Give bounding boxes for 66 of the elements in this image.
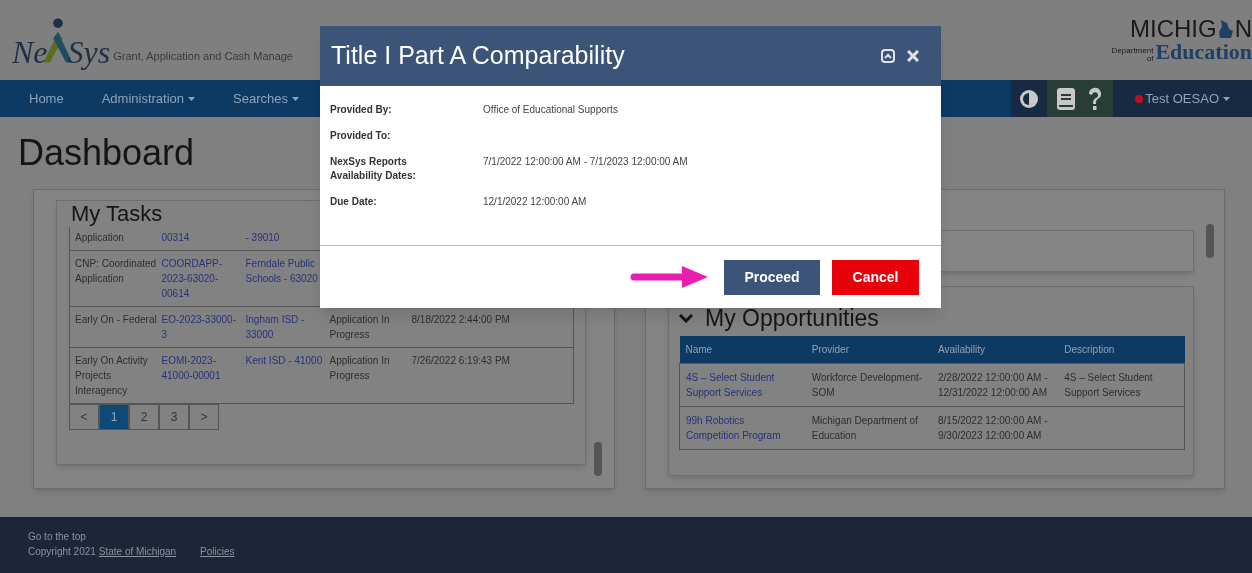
page-button[interactable]: 3 (159, 404, 189, 430)
field-label: Provided By: (330, 103, 393, 117)
table-cell[interactable]: 00314 (159, 224, 244, 251)
nav-link[interactable]: Administration (101, 88, 196, 109)
page-button[interactable]: < (69, 404, 99, 430)
logo-text: Sys (67, 36, 111, 68)
page-button[interactable]: 1 (99, 404, 129, 430)
top-link[interactable]: Go to the top (28, 529, 1224, 544)
page-button[interactable]: 2 (129, 404, 159, 430)
table-cell[interactable]: 4S – Select Student Support Services (679, 363, 806, 407)
table-cell[interactable]: EO-2023-33000-3 (159, 306, 244, 348)
footer-link[interactable]: Policies (200, 544, 235, 559)
nav-link[interactable]: Searches (233, 88, 299, 109)
caret-icon (1223, 96, 1230, 101)
table-cell: 7/26/2022 6:19:43 PM (409, 347, 574, 404)
card-title: My Opportunities (705, 306, 879, 330)
table-cell: Early On Activity Projects Interagency (69, 347, 160, 404)
table-cell: 8/15/2022 12:00:00 AM - 9/30/2023 12:00:00 AM (932, 406, 1059, 450)
page-title: Dashboard (18, 131, 195, 175)
table-cell[interactable]: EOMI-2023-41000-00001 (159, 347, 244, 404)
table-cell: 4S – Select Student Support Services (1058, 363, 1185, 407)
column-header: Name (679, 336, 806, 364)
scrollbar[interactable] (594, 442, 602, 476)
nav-link[interactable]: Home (29, 88, 64, 109)
logo-text: Ne (12, 36, 48, 68)
table-cell: 2/28/2022 12:00:00 AM - 12/31/2022 12:00:00 AM (932, 363, 1059, 407)
table-cell: Application In Progress (327, 306, 410, 348)
column-header: Provider (805, 336, 932, 364)
close-icon[interactable] (907, 50, 919, 62)
cancel-button[interactable]: Cancel (832, 259, 919, 295)
logo-small-text: Department (1111, 47, 1154, 55)
modal-title: Title I Part A Comparability (331, 40, 625, 72)
table-cell: Workforce Development-SOM (805, 363, 932, 407)
table-cell: Early On - Federal (69, 306, 160, 348)
field-value: 7/1/2022 12:00:00 AM - 7/1/2023 12:00:00 AM (483, 155, 688, 169)
restore-icon[interactable] (881, 49, 895, 63)
table-cell[interactable]: Kent ISD - 41000 (243, 347, 328, 404)
page-button[interactable]: > (189, 404, 219, 430)
caret-icon (292, 96, 299, 101)
table-cell[interactable]: COORDAPP-2023-63020-00614 (159, 250, 244, 307)
table-cell: Application In Progress (327, 347, 410, 404)
column-header: Availability (932, 336, 1059, 364)
scrollbar[interactable] (1206, 224, 1214, 258)
table-cell: Michigan Department of Education (805, 406, 932, 450)
field-label: Provided To: (330, 129, 392, 143)
table-cell[interactable]: 99h Robotics Competition Program (679, 406, 806, 450)
copyright-text: Copyright 2021 (28, 545, 96, 559)
logo-text: N (1234, 17, 1252, 41)
contrast-icon[interactable] (1019, 88, 1040, 109)
tagline: Grant, Application and Cash Manage (113, 48, 293, 64)
logo-text: Education (1155, 41, 1252, 63)
table-cell[interactable]: Ingham ISD - 33000 (243, 306, 328, 348)
logo-text: MICHIG (1130, 17, 1217, 41)
chevron-icon[interactable] (679, 313, 693, 323)
state-map-icon (1216, 18, 1235, 40)
book-icon[interactable] (1057, 87, 1076, 110)
logo-small-text: of (1146, 55, 1154, 63)
help-icon[interactable] (1087, 86, 1104, 111)
footer-link[interactable]: State of Michigan (98, 544, 177, 559)
field-label: NexSys Reports Availability Dates: (330, 155, 417, 183)
column-header: Description (1058, 336, 1185, 364)
proceed-button[interactable]: Proceed (724, 259, 820, 295)
caret-icon (188, 96, 196, 101)
table-cell: CNP: Coordinated Application (69, 250, 160, 307)
field-value: Office of Educational Supports (483, 103, 618, 117)
table-cell: 8/18/2022 2:44:00 PM (409, 306, 574, 348)
